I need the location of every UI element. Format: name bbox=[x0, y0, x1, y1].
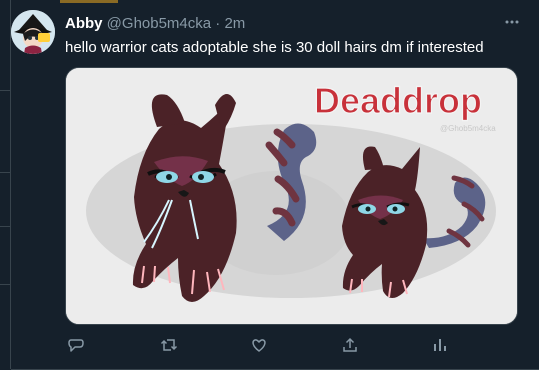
more-options-button[interactable] bbox=[501, 11, 523, 33]
share-icon bbox=[343, 337, 357, 352]
tweet-text: hello warrior cats adoptable she is 30 d… bbox=[65, 39, 484, 56]
avatar-icon bbox=[11, 10, 55, 54]
artist-signature: @Ghob5m4cka bbox=[440, 124, 496, 133]
left-divider bbox=[0, 226, 10, 227]
cat-illustration: Deaddrop @Ghob5m4cka bbox=[66, 68, 517, 324]
analytics-button[interactable] bbox=[429, 334, 451, 356]
tweet[interactable]: Abby @Ghob5m4cka · 2m hello warrior cats… bbox=[11, 0, 539, 370]
tweet-actions bbox=[65, 334, 455, 356]
tweet-header: Abby @Ghob5m4cka · 2m bbox=[65, 15, 245, 33]
timestamp[interactable]: 2m bbox=[224, 15, 245, 32]
display-name[interactable]: Abby bbox=[65, 15, 103, 32]
reply-icon bbox=[68, 339, 84, 352]
retweet-icon bbox=[160, 339, 178, 351]
share-button[interactable] bbox=[339, 334, 361, 356]
handle[interactable]: @Ghob5m4cka bbox=[107, 15, 211, 32]
left-divider bbox=[0, 172, 10, 173]
avatar[interactable] bbox=[11, 10, 55, 54]
analytics-icon bbox=[434, 339, 446, 351]
more-icon bbox=[505, 20, 519, 24]
reply-button[interactable] bbox=[65, 334, 87, 356]
like-icon bbox=[252, 339, 266, 352]
media-image[interactable]: Deaddrop @Ghob5m4cka bbox=[65, 67, 518, 325]
timestamp-separator: · bbox=[215, 15, 221, 32]
left-divider bbox=[0, 90, 10, 91]
retweet-button[interactable] bbox=[158, 334, 180, 356]
deaddrop-title: Deaddrop bbox=[314, 80, 482, 121]
left-divider bbox=[0, 284, 10, 285]
left-column-edge bbox=[0, 0, 11, 369]
like-button[interactable] bbox=[248, 334, 270, 356]
